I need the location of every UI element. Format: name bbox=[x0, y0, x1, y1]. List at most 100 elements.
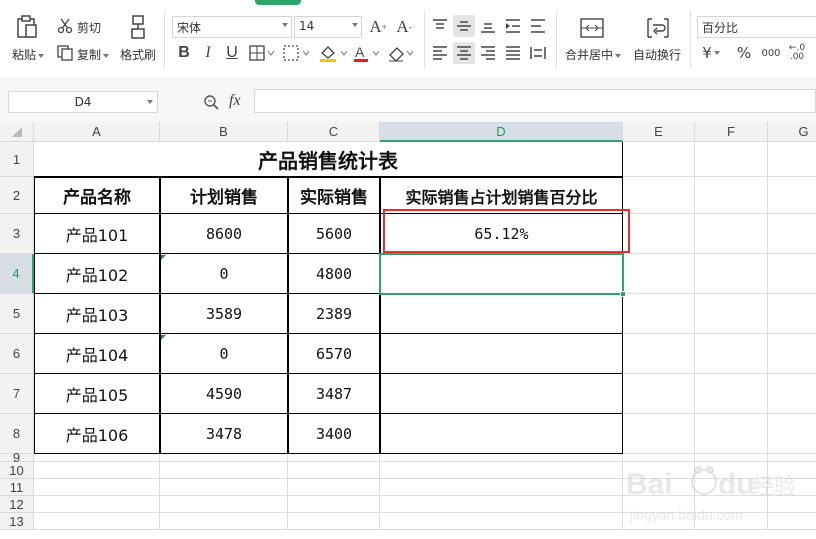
data-cell-d8[interactable] bbox=[380, 414, 623, 454]
align-right-icon[interactable] bbox=[478, 43, 498, 63]
cut-button[interactable]: 剪切 bbox=[77, 19, 101, 36]
cell-f9[interactable] bbox=[695, 454, 768, 462]
align-top-icon[interactable] bbox=[430, 16, 450, 36]
formula-input[interactable] bbox=[254, 89, 816, 113]
cell-e4[interactable] bbox=[623, 254, 695, 294]
decrease-font-icon[interactable]: A- bbox=[394, 16, 414, 38]
wrap-icon[interactable] bbox=[528, 16, 548, 36]
justify-icon[interactable] bbox=[503, 43, 523, 63]
data-cell-a6[interactable]: 产品104 bbox=[34, 334, 160, 374]
data-cell-c5[interactable]: 2389 bbox=[288, 294, 380, 334]
sheet-title-cell[interactable]: 产品销售统计表 bbox=[34, 142, 623, 177]
copy-button[interactable]: 复制 bbox=[77, 46, 110, 63]
data-cell-d7[interactable] bbox=[380, 374, 623, 414]
row-header-3[interactable]: 3 bbox=[0, 214, 34, 254]
name-box[interactable]: D4 bbox=[8, 91, 158, 113]
cell-f1[interactable] bbox=[695, 142, 768, 177]
border-icon[interactable] bbox=[248, 42, 276, 64]
cell-e2[interactable] bbox=[623, 177, 695, 214]
cell-a11[interactable] bbox=[34, 479, 160, 496]
cell-f5[interactable] bbox=[695, 294, 768, 334]
cell-f4[interactable] bbox=[695, 254, 768, 294]
cell-g4[interactable] bbox=[768, 254, 816, 294]
cell-b10[interactable] bbox=[160, 462, 288, 479]
cell-a12[interactable] bbox=[34, 496, 160, 513]
cell-g8[interactable] bbox=[768, 414, 816, 454]
fx-icon[interactable]: fx bbox=[229, 92, 241, 110]
cell-f13[interactable] bbox=[695, 513, 768, 530]
column-header-a[interactable]: A bbox=[34, 122, 160, 142]
row-header-2[interactable]: 2 bbox=[0, 177, 34, 214]
cut-icon[interactable] bbox=[56, 17, 74, 35]
merge-icon[interactable] bbox=[578, 16, 606, 40]
cell-e8[interactable] bbox=[623, 414, 695, 454]
cell-e13[interactable] bbox=[623, 513, 695, 530]
cell-g11[interactable] bbox=[768, 479, 816, 496]
cell-g5[interactable] bbox=[768, 294, 816, 334]
row-header-6[interactable]: 6 bbox=[0, 334, 34, 374]
column-header-d[interactable]: D bbox=[380, 122, 623, 142]
cell-f6[interactable] bbox=[695, 334, 768, 374]
select-all-corner[interactable] bbox=[0, 122, 34, 142]
cell-g9[interactable] bbox=[768, 454, 816, 462]
cell-e9[interactable] bbox=[623, 454, 695, 462]
cell-b12[interactable] bbox=[160, 496, 288, 513]
column-header-g[interactable]: G bbox=[768, 122, 816, 142]
data-cell-a5[interactable]: 产品103 bbox=[34, 294, 160, 334]
zoom-icon[interactable] bbox=[202, 93, 220, 111]
font-color-icon[interactable]: A bbox=[352, 42, 382, 64]
number-format-select[interactable]: 百分比 bbox=[697, 16, 816, 38]
data-cell-d4[interactable] bbox=[380, 254, 623, 294]
fill-color-icon[interactable] bbox=[318, 42, 350, 64]
cell-e5[interactable] bbox=[623, 294, 695, 334]
row-header-7[interactable]: 7 bbox=[0, 374, 34, 414]
cell-style-icon[interactable] bbox=[282, 42, 312, 64]
auto-wrap-button[interactable]: 自动换行 bbox=[633, 46, 681, 63]
cell-g12[interactable] bbox=[768, 496, 816, 513]
data-cell-a7[interactable]: 产品105 bbox=[34, 374, 160, 414]
column-header-f[interactable]: F bbox=[695, 122, 768, 142]
column-header-e[interactable]: E bbox=[623, 122, 695, 142]
data-cell-d3[interactable]: 65.12% bbox=[380, 214, 623, 254]
cell-g7[interactable] bbox=[768, 374, 816, 414]
row-header-4[interactable]: 4 bbox=[0, 254, 34, 294]
row-header-11[interactable]: 11 bbox=[0, 479, 34, 496]
row-header-10[interactable]: 10 bbox=[0, 462, 34, 479]
cell-e10[interactable] bbox=[623, 462, 695, 479]
cell-d11[interactable] bbox=[380, 479, 623, 496]
auto-wrap-icon[interactable] bbox=[644, 16, 672, 40]
cell-a13[interactable] bbox=[34, 513, 160, 530]
cell-e7[interactable] bbox=[623, 374, 695, 414]
thousands-icon[interactable]: 000 bbox=[760, 43, 782, 63]
cell-f12[interactable] bbox=[695, 496, 768, 513]
cell-d13[interactable] bbox=[380, 513, 623, 530]
cell-g10[interactable] bbox=[768, 462, 816, 479]
data-cell-b8[interactable]: 3478 bbox=[160, 414, 288, 454]
data-cell-c3[interactable]: 5600 bbox=[288, 214, 380, 254]
cell-f8[interactable] bbox=[695, 414, 768, 454]
cell-g2[interactable] bbox=[768, 177, 816, 214]
column-title-1[interactable]: 产品名称 bbox=[34, 177, 160, 214]
column-title-3[interactable]: 实际销售 bbox=[288, 177, 380, 214]
font-name-select[interactable]: 宋体 bbox=[172, 16, 292, 38]
cell-a9[interactable] bbox=[34, 454, 160, 462]
row-header-8[interactable]: 8 bbox=[0, 414, 34, 454]
cell-d10[interactable] bbox=[380, 462, 623, 479]
data-cell-c7[interactable]: 3487 bbox=[288, 374, 380, 414]
align-bottom-icon[interactable] bbox=[478, 16, 498, 36]
column-header-c[interactable]: C bbox=[288, 122, 380, 142]
column-title-4[interactable]: 实际销售占计划销售百分比 bbox=[380, 177, 623, 214]
cell-e12[interactable] bbox=[623, 496, 695, 513]
decimal-icon[interactable]: ←.0.00 bbox=[786, 42, 808, 64]
bold-icon[interactable]: B bbox=[174, 42, 194, 64]
data-cell-a3[interactable]: 产品101 bbox=[34, 214, 160, 254]
data-cell-b4[interactable]: 0 bbox=[160, 254, 288, 294]
align-left-icon[interactable] bbox=[430, 43, 450, 63]
data-cell-c6[interactable]: 6570 bbox=[288, 334, 380, 374]
cell-d12[interactable] bbox=[380, 496, 623, 513]
cell-g13[interactable] bbox=[768, 513, 816, 530]
cell-c11[interactable] bbox=[288, 479, 380, 496]
merge-center-button[interactable]: 合并居中 bbox=[565, 46, 622, 63]
cell-b9[interactable] bbox=[160, 454, 288, 462]
row-header-1[interactable]: 1 bbox=[0, 142, 34, 177]
